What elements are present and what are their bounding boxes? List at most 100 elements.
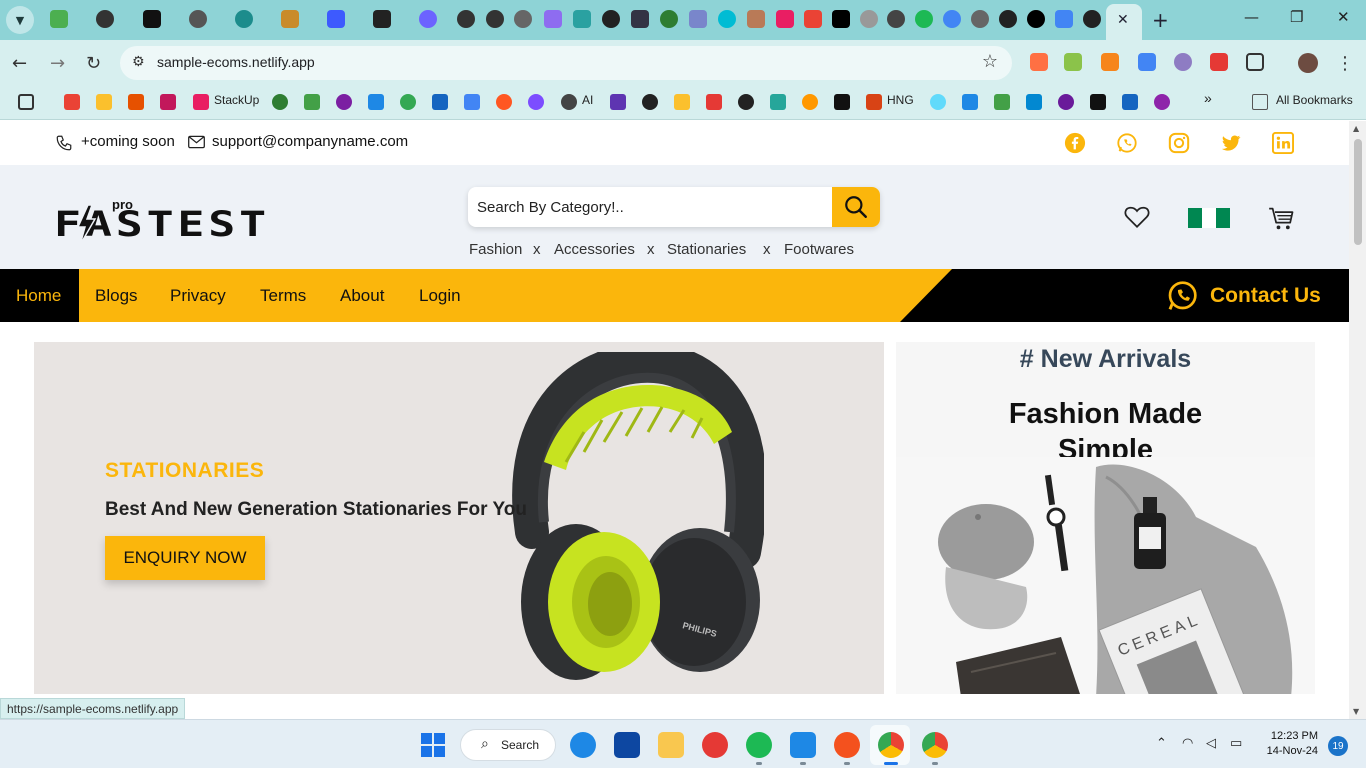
wifi-icon[interactable]: ◠ bbox=[1182, 736, 1193, 751]
tab-icon[interactable] bbox=[96, 10, 114, 28]
bookmark-label-stackup[interactable]: StackUp bbox=[214, 93, 259, 107]
extension-icon[interactable] bbox=[1210, 53, 1228, 71]
menu-kebab-icon[interactable]: ⋮ bbox=[1336, 53, 1354, 74]
tab-icon[interactable] bbox=[50, 10, 68, 28]
site-logo[interactable]: pro FASTEST bbox=[54, 193, 274, 243]
facebook-icon[interactable] bbox=[1064, 132, 1086, 154]
bookmark-icon[interactable] bbox=[496, 94, 512, 110]
nav-home[interactable]: Home bbox=[0, 269, 79, 322]
tab-icon[interactable] bbox=[327, 10, 345, 28]
omnibox[interactable]: ⚙ sample-ecoms.netlify.app ☆ bbox=[120, 46, 1012, 80]
github-bookmark-icon[interactable] bbox=[738, 94, 754, 110]
twitter-icon[interactable] bbox=[1220, 132, 1242, 154]
windows-start-icon[interactable] bbox=[421, 733, 445, 757]
tab-icon[interactable] bbox=[235, 10, 253, 28]
nav-login[interactable]: Login bbox=[419, 286, 461, 306]
active-tab[interactable]: ✕ bbox=[1106, 4, 1142, 40]
nav-blogs[interactable]: Blogs bbox=[95, 286, 138, 306]
tab-icon[interactable] bbox=[747, 10, 765, 28]
enquiry-now-button[interactable]: ENQUIRY NOW bbox=[105, 536, 265, 580]
chrome-profile-icon[interactable] bbox=[922, 732, 948, 758]
gmail-bookmark-icon[interactable] bbox=[64, 94, 80, 110]
bookmark-icon[interactable] bbox=[674, 94, 690, 110]
spotify-icon[interactable] bbox=[746, 732, 772, 758]
bookmark-icon[interactable] bbox=[642, 94, 658, 110]
extensions-puzzle-icon[interactable] bbox=[1246, 53, 1264, 71]
category-link-accessories[interactable]: Accessories bbox=[554, 241, 635, 258]
bookmark-star-icon[interactable]: ☆ bbox=[982, 51, 998, 72]
tab-icon[interactable] bbox=[776, 10, 794, 28]
category-search[interactable]: Search By Category!.. bbox=[468, 187, 880, 227]
extension-icon[interactable] bbox=[1174, 53, 1192, 71]
all-bookmarks-link[interactable]: All Bookmarks bbox=[1276, 93, 1353, 107]
bookmark-icon[interactable] bbox=[160, 94, 176, 110]
forward-icon[interactable]: → bbox=[50, 53, 65, 74]
battery-icon[interactable]: ▭ bbox=[1230, 736, 1242, 751]
new-tab-icon[interactable]: + bbox=[1152, 8, 1169, 32]
whatsapp-icon[interactable] bbox=[1116, 132, 1138, 154]
volume-icon[interactable]: ◁ bbox=[1206, 736, 1216, 751]
tab-icon[interactable] bbox=[281, 10, 299, 28]
extension-icon[interactable] bbox=[1030, 53, 1048, 71]
reload-icon[interactable]: ↻ bbox=[86, 53, 101, 74]
tab-icon[interactable] bbox=[189, 10, 207, 28]
close-tab-icon[interactable]: ✕ bbox=[1117, 12, 1129, 28]
tab-icon[interactable] bbox=[887, 10, 905, 28]
youtube-bookmark-icon[interactable] bbox=[706, 94, 722, 110]
tab-icon[interactable] bbox=[660, 10, 678, 28]
restore-icon[interactable]: ❐ bbox=[1290, 8, 1303, 26]
bookmark-icon[interactable] bbox=[304, 94, 320, 110]
profile-avatar[interactable] bbox=[1298, 53, 1318, 73]
bookmark-icon[interactable] bbox=[802, 94, 818, 110]
bookmark-icon[interactable] bbox=[1090, 94, 1106, 110]
tab-icon[interactable] bbox=[373, 10, 391, 28]
bookmark-icon[interactable] bbox=[770, 94, 786, 110]
bookmark-label-hng[interactable]: HNG bbox=[887, 93, 914, 107]
tab-icon[interactable] bbox=[689, 10, 707, 28]
nav-about[interactable]: About bbox=[340, 286, 384, 306]
tab-icon[interactable] bbox=[804, 10, 822, 28]
bookmark-icon[interactable] bbox=[336, 94, 352, 110]
bookmark-icon[interactable] bbox=[464, 94, 480, 110]
tab-icon[interactable] bbox=[999, 10, 1017, 28]
tab-icon[interactable] bbox=[1055, 10, 1073, 28]
tab-icon[interactable] bbox=[943, 10, 961, 28]
new-arrivals-card[interactable]: # New Arrivals Fashion Made Simple CEREA… bbox=[896, 342, 1315, 694]
bookmark-icon[interactable] bbox=[610, 94, 626, 110]
bookmark-icon[interactable] bbox=[272, 94, 288, 110]
email-link[interactable]: support@companyname.com bbox=[212, 133, 408, 150]
openai-bookmark-icon[interactable] bbox=[561, 94, 577, 110]
page-scrollbar[interactable]: ▲ ▼ bbox=[1349, 121, 1366, 719]
bookmark-icon[interactable] bbox=[834, 94, 850, 110]
tab-icon[interactable] bbox=[143, 10, 161, 28]
bookmark-icon[interactable] bbox=[432, 94, 448, 110]
postman-icon[interactable] bbox=[834, 732, 860, 758]
tab-icon[interactable] bbox=[457, 10, 475, 28]
store-icon[interactable] bbox=[614, 732, 640, 758]
nigeria-flag-icon[interactable] bbox=[1188, 208, 1230, 228]
linkedin-icon[interactable] bbox=[1272, 132, 1294, 154]
nav-terms[interactable]: Terms bbox=[260, 286, 306, 306]
tab-icon[interactable] bbox=[486, 10, 504, 28]
tray-chevron-icon[interactable]: ⌃ bbox=[1156, 736, 1167, 751]
contact-us-button[interactable]: Contact Us bbox=[1166, 280, 1321, 312]
tab-search-dropdown-icon[interactable]: ▼ bbox=[6, 6, 34, 34]
tab-icon[interactable] bbox=[1083, 10, 1101, 28]
cart-icon[interactable] bbox=[1268, 205, 1296, 231]
bookmark-icon[interactable] bbox=[96, 94, 112, 110]
tab-icon[interactable] bbox=[419, 10, 437, 28]
bookmark-icon[interactable] bbox=[128, 94, 144, 110]
tab-icon[interactable] bbox=[915, 10, 933, 28]
url-text[interactable]: sample-ecoms.netlify.app bbox=[157, 54, 315, 70]
bookmark-icon[interactable] bbox=[1058, 94, 1074, 110]
contact-us-label[interactable]: Contact Us bbox=[1210, 284, 1321, 308]
tab-icon[interactable] bbox=[573, 10, 591, 28]
scroll-up-icon[interactable]: ▲ bbox=[1353, 124, 1359, 133]
apps-grid-icon[interactable] bbox=[18, 94, 34, 110]
extension-icon[interactable] bbox=[1138, 53, 1156, 71]
site-info-icon[interactable]: ⚙ bbox=[132, 54, 145, 70]
tab-icon[interactable] bbox=[860, 10, 878, 28]
tab-icon[interactable] bbox=[544, 10, 562, 28]
extension-icon[interactable] bbox=[1064, 53, 1082, 71]
search-input[interactable]: Search By Category!.. bbox=[477, 199, 624, 216]
